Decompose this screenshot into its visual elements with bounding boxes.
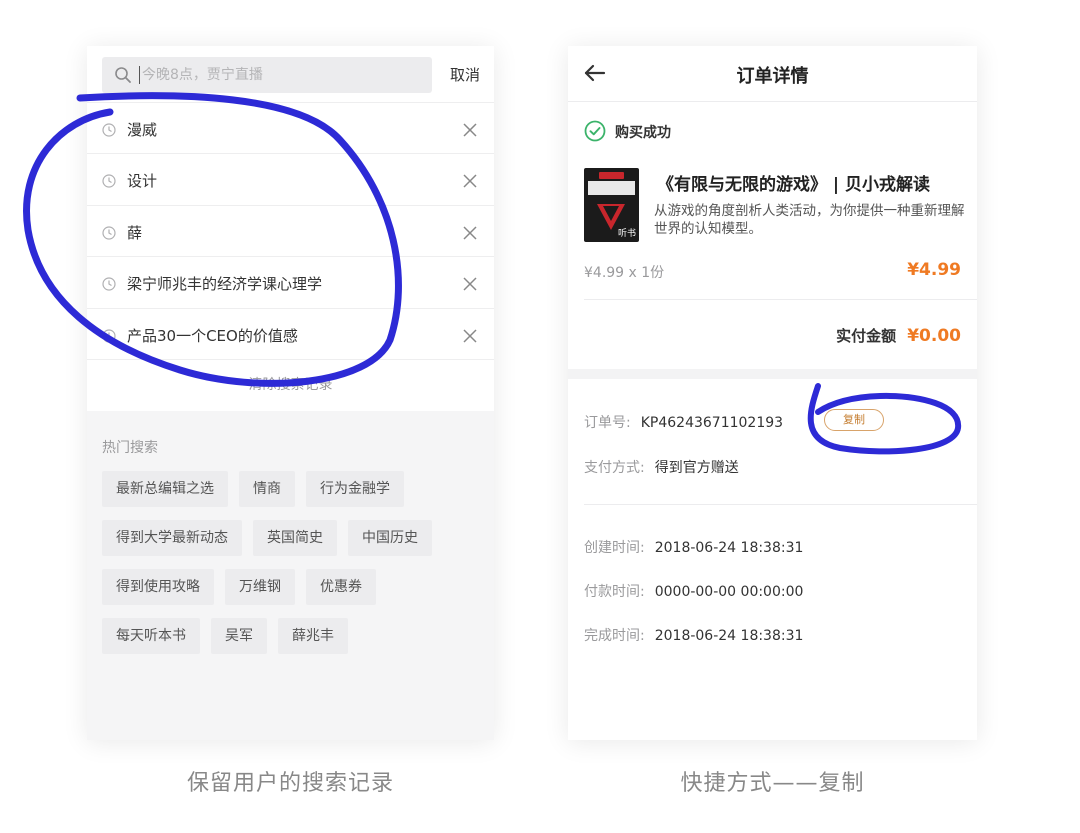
close-icon[interactable] [463,122,477,141]
hot-search-title: 热门搜索 [102,439,158,456]
hot-tag[interactable]: 英国简史 [253,519,337,556]
payment-method-row: 支付方式: 得到官方赠送 [584,457,739,477]
hot-tag[interactable]: 薛兆丰 [278,617,348,654]
paid-amount-value: ¥0.00 [907,326,961,346]
clock-icon [102,328,116,347]
hot-search-tags: 最新总编辑之选 情商 行为金融学 得到大学最新动态 英国简史 中国历史 得到使用… [102,470,482,654]
hot-tag[interactable]: 行为金融学 [306,470,404,507]
history-item[interactable]: 漫威 [87,102,494,153]
hot-tag[interactable]: 最新总编辑之选 [102,470,228,507]
paid-time-value: 0000-00-00 00:00:00 [654,584,804,600]
clock-icon [102,122,116,141]
history-item-label: 漫威 [127,121,158,139]
hot-tag[interactable]: 得到使用攻略 [102,568,214,605]
close-icon[interactable] [463,173,477,192]
completed-time-label: 完成时间: [584,628,645,644]
payment-method-label: 支付方式: [584,460,645,476]
hot-tag[interactable]: 情商 [239,470,295,507]
book-title: 《有限与无限的游戏》 | 贝小戎解读 [657,175,931,195]
search-box[interactable] [102,57,432,93]
hot-tag[interactable]: 优惠券 [306,568,376,605]
clear-history-button[interactable]: 清除搜索记录 [87,358,494,411]
right-caption: 快捷方式——复制 [680,771,865,796]
history-item[interactable]: 设计 [87,153,494,204]
status-text: 购买成功 [615,125,671,141]
hot-tag[interactable]: 得到大学最新动态 [102,519,242,556]
page-title: 订单详情 [736,66,809,87]
book-description: 从游戏的角度剖析人类活动，为你提供一种重新理解世界的认知模型。 [654,203,965,237]
subtotal-price: ¥4.99 [907,260,961,280]
text-cursor [139,66,140,84]
created-time-label: 创建时间: [584,540,645,556]
history-item[interactable]: 薛 [87,204,494,256]
history-item[interactable]: 产品30一个CEO的价值感 [87,307,494,359]
history-item-label: 梁宁师兆丰的经济学课心理学 [127,275,323,294]
search-header: 取消 [87,46,494,102]
hot-tag[interactable]: 每天听本书 [102,617,200,654]
hot-tag[interactable]: 中国历史 [348,519,432,556]
history-item-label: 薛 [127,223,143,242]
order-number-label: 订单号: [584,415,631,431]
order-number-row: 订单号: KP46243671102193 [584,412,783,432]
search-screen: 取消 漫威 设计 薛 [87,46,494,740]
nav-bar: 订单详情 [568,46,977,102]
paid-time-label: 付款时间: [584,584,645,600]
paid-amount-label: 实付金额 [836,327,897,345]
divider [584,299,977,300]
cancel-button[interactable]: 取消 [450,64,480,85]
section-gap [568,369,977,379]
divider [584,504,977,505]
completed-time-row: 完成时间: 2018-06-24 18:38:31 [584,625,803,645]
book-cover-image: 听书 [584,168,639,242]
close-icon[interactable] [463,328,477,347]
order-number-value: KP46243671102193 [640,415,784,431]
search-icon [114,66,132,88]
history-item-label: 产品30一个CEO的价值感 [127,326,298,345]
clock-icon [102,276,116,295]
unit-price-quantity: ¥4.99 x 1份 [584,265,665,281]
history-item[interactable]: 梁宁师兆丰的经济学课心理学 [87,256,494,307]
clock-icon [102,173,116,192]
created-time-row: 创建时间: 2018-06-24 18:38:31 [584,537,803,557]
order-detail-screen: 订单详情 购买成功 听书 《有限与无限的游戏》 | 贝小戎解读 从游戏的角度剖析… [568,46,977,740]
clock-icon [102,225,116,244]
hot-tag[interactable]: 吴军 [211,617,267,654]
hot-tag[interactable]: 万维钢 [225,568,295,605]
search-history-list: 漫威 设计 薛 梁宁师兆丰的经济学课心理学 产品30一个CEO的价值感 清除搜索… [87,102,494,411]
cover-label: 听书 [617,229,636,239]
search-input[interactable] [142,57,422,93]
history-item-label: 设计 [127,172,158,191]
copy-button[interactable]: 复制 [824,409,884,431]
close-icon[interactable] [463,276,477,295]
check-circle-icon [584,120,606,146]
created-time-value: 2018-06-24 18:38:31 [654,540,804,556]
paid-amount-row: 实付金额 ¥0.00 [836,325,961,346]
left-caption: 保留用户的搜索记录 [186,771,394,796]
paid-time-row: 付款时间: 0000-00-00 00:00:00 [584,581,803,601]
close-icon[interactable] [463,225,477,244]
completed-time-value: 2018-06-24 18:38:31 [654,628,804,644]
payment-method-value: 得到官方赠送 [654,460,739,476]
